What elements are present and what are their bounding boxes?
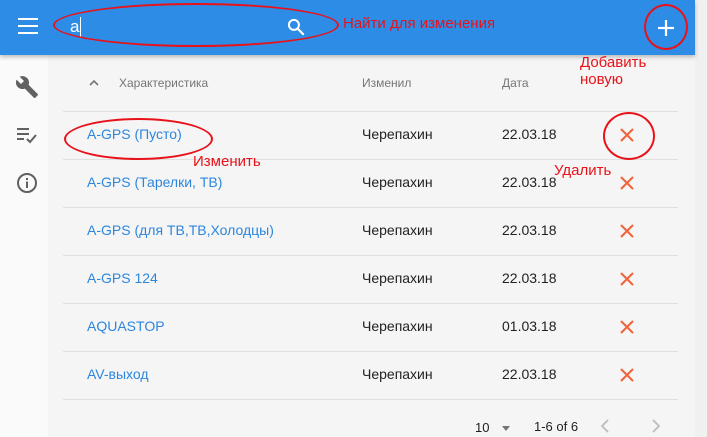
column-header-characteristic[interactable]: Характеристика: [119, 76, 208, 90]
modified-by-cell: Черепахин: [362, 270, 433, 286]
column-header-date[interactable]: Дата: [502, 76, 529, 90]
date-cell: 22.03.18: [502, 222, 557, 238]
modified-by-cell: Черепахин: [362, 318, 433, 334]
delete-icon[interactable]: [618, 174, 636, 192]
checklist-icon[interactable]: [15, 123, 39, 147]
sidebar: [0, 55, 49, 437]
modified-by-cell: Черепахин: [362, 366, 433, 382]
modified-by-cell: Черепахин: [362, 222, 433, 238]
date-cell: 22.03.18: [502, 126, 557, 142]
table-row: A-GPS (для ТВ,ТВ,Холодцы) Черепахин 22.0…: [63, 207, 678, 256]
wrench-icon[interactable]: [15, 75, 39, 99]
table-row: A-GPS 124 Черепахин 22.03.18: [63, 255, 678, 304]
delete-icon[interactable]: [618, 318, 636, 336]
sort-ascending-icon[interactable]: [88, 77, 100, 89]
rows-per-page-select[interactable]: 10: [475, 420, 489, 435]
search-icon[interactable]: [286, 17, 306, 37]
plus-icon[interactable]: [653, 15, 679, 41]
pagination: 10 1-6 of 6: [63, 407, 678, 437]
column-header-modified-by[interactable]: Изменил: [362, 76, 411, 90]
date-cell: 01.03.18: [502, 318, 557, 334]
date-cell: 22.03.18: [502, 174, 557, 190]
search-input[interactable]: a: [70, 17, 79, 37]
dropdown-arrow-icon[interactable]: [501, 423, 511, 433]
table-row: A-GPS (Пусто) Черепахин 22.03.18: [63, 111, 678, 160]
info-icon[interactable]: [15, 171, 39, 195]
chevron-right-icon[interactable]: [647, 418, 663, 434]
characteristic-link[interactable]: A-GPS (Пусто): [87, 126, 182, 142]
table-row: AQUASTOP Черепахин 01.03.18: [63, 303, 678, 352]
date-cell: 22.03.18: [502, 270, 557, 286]
characteristic-link[interactable]: A-GPS 124: [87, 270, 158, 286]
page-range-label: 1-6 of 6: [534, 419, 579, 434]
text-cursor: [80, 17, 81, 37]
delete-icon[interactable]: [618, 222, 636, 240]
characteristic-link[interactable]: AQUASTOP: [87, 318, 165, 334]
chevron-left-icon[interactable]: [598, 418, 614, 434]
characteristic-link[interactable]: A-GPS (Тарелки, ТВ): [87, 174, 222, 190]
scrollbar[interactable]: [695, 0, 707, 437]
table-row: AV-выход Черепахин 22.03.18: [63, 351, 678, 400]
modified-by-cell: Черепахин: [362, 126, 433, 142]
characteristic-link[interactable]: A-GPS (для ТВ,ТВ,Холодцы): [87, 222, 274, 238]
menu-icon[interactable]: [18, 18, 38, 34]
annotation-add: Добавить новую: [580, 54, 647, 88]
date-cell: 22.03.18: [502, 366, 557, 382]
characteristic-link[interactable]: AV-выход: [87, 366, 149, 382]
modified-by-cell: Черепахин: [362, 174, 433, 190]
annotation-search: Найти для изменения: [343, 15, 496, 32]
delete-icon[interactable]: [618, 366, 636, 384]
delete-icon[interactable]: [618, 270, 636, 288]
annotation-edit: Изменить: [193, 153, 261, 170]
delete-icon[interactable]: [618, 126, 636, 144]
annotation-delete: Удалить: [554, 162, 612, 179]
main-content: Характеристика Изменил Дата A-GPS (Пусто…: [48, 55, 695, 437]
